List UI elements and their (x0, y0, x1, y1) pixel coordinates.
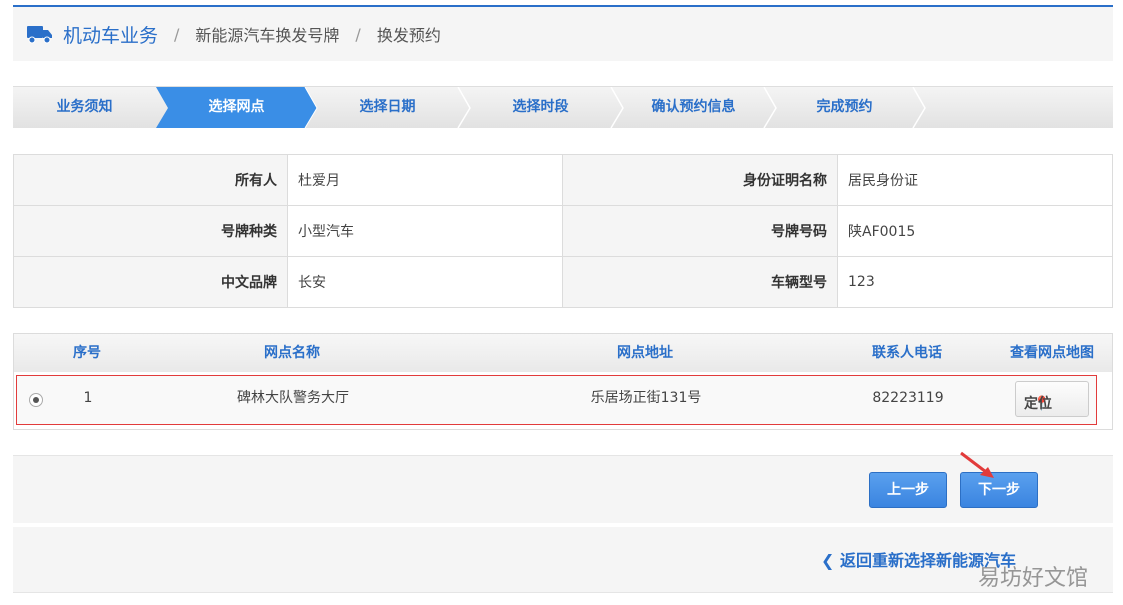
plate-number-value: 陕AF0015 (837, 205, 1113, 257)
step-select-outlet: 选择网点 (208, 99, 265, 115)
id-type-label: 身份证明名称 (562, 154, 838, 206)
outlet-table-header: 序号 网点名称 网点地址 联系人电话 查看网点地图 (14, 334, 1112, 372)
owner-label: 所有人 (13, 154, 288, 206)
header-outlet-address: 网点地址 (617, 345, 673, 361)
outlet-radio[interactable] (29, 393, 43, 407)
chevron-left-icon: ❮ (821, 551, 840, 570)
plate-type-value: 小型汽车 (287, 205, 563, 257)
breadcrumb-separator: / (355, 24, 361, 44)
step-complete: 完成预约 (816, 99, 873, 115)
watermark: 易坊好文馆 (978, 566, 1089, 591)
outlet-name: 碑林大队警务大厅 (237, 390, 349, 406)
breadcrumb-item-appointment: 换发预约 (376, 26, 441, 45)
id-type-value: 居民身份证 (837, 154, 1113, 206)
vehicle-info-table: 所有人 杜爱月 身份证明名称 居民身份证 号牌种类 小型汽车 号牌号码 陕AF0… (13, 154, 1113, 308)
breadcrumb-separator: / (174, 24, 180, 44)
info-row: 中文品牌 长安 车辆型号 123 (13, 256, 1113, 308)
step-select-date: 选择日期 (359, 99, 416, 115)
truck-icon (27, 26, 52, 44)
header-view-map: 查看网点地图 (1010, 345, 1094, 361)
header-index: 序号 (73, 345, 101, 361)
info-row: 号牌种类 小型汽车 号牌号码 陕AF0015 (13, 205, 1113, 257)
navigation-panel: 上一步 下一步 (13, 455, 1113, 523)
breadcrumb-item-vehicle-business[interactable]: 机动车业务 (63, 21, 158, 48)
outlet-table: 序号 网点名称 网点地址 联系人电话 查看网点地图 1 碑林大队警务大厅 乐居场… (13, 333, 1113, 430)
model-label: 车辆型号 (562, 256, 838, 308)
brand-label: 中文品牌 (13, 256, 288, 308)
model-value: 123 (837, 256, 1113, 308)
brand-value: 长安 (287, 256, 563, 308)
pointer-arrow-icon (960, 451, 994, 478)
breadcrumb: 机动车业务 / 新能源汽车换发号牌 / 换发预约 (13, 5, 1113, 61)
info-row: 所有人 杜爱月 身份证明名称 居民身份证 (13, 154, 1113, 206)
header-outlet-name: 网点名称 (264, 345, 320, 361)
plate-type-label: 号牌种类 (13, 205, 288, 257)
step-business-notice: 业务须知 (56, 99, 113, 115)
outlet-phone: 82223119 (872, 390, 944, 406)
return-panel: ❮ 返回重新选择新能源汽车 (13, 527, 1113, 593)
locate-button[interactable]: 📍 定位 (1015, 381, 1089, 417)
locate-label: 定位 (1024, 396, 1052, 412)
table-row[interactable]: 1 碑林大队警务大厅 乐居场正街131号 82223119 📍 定位 (16, 375, 1097, 425)
step-progress-bar: 业务须知 选择网点 选择日期 选择时段 确认预约信息 完成预约 (13, 86, 1113, 129)
outlet-address: 乐居场正街131号 (590, 390, 702, 406)
prev-step-button[interactable]: 上一步 (869, 472, 947, 508)
header-contact-phone: 联系人电话 (872, 345, 942, 361)
owner-value: 杜爱月 (287, 154, 563, 206)
outlet-index: 1 (83, 390, 93, 406)
step-select-time: 选择时段 (512, 99, 569, 115)
plate-number-label: 号牌号码 (562, 205, 838, 257)
step-confirm-info: 确认预约信息 (651, 99, 736, 115)
breadcrumb-item-new-energy[interactable]: 新能源汽车换发号牌 (195, 22, 339, 46)
